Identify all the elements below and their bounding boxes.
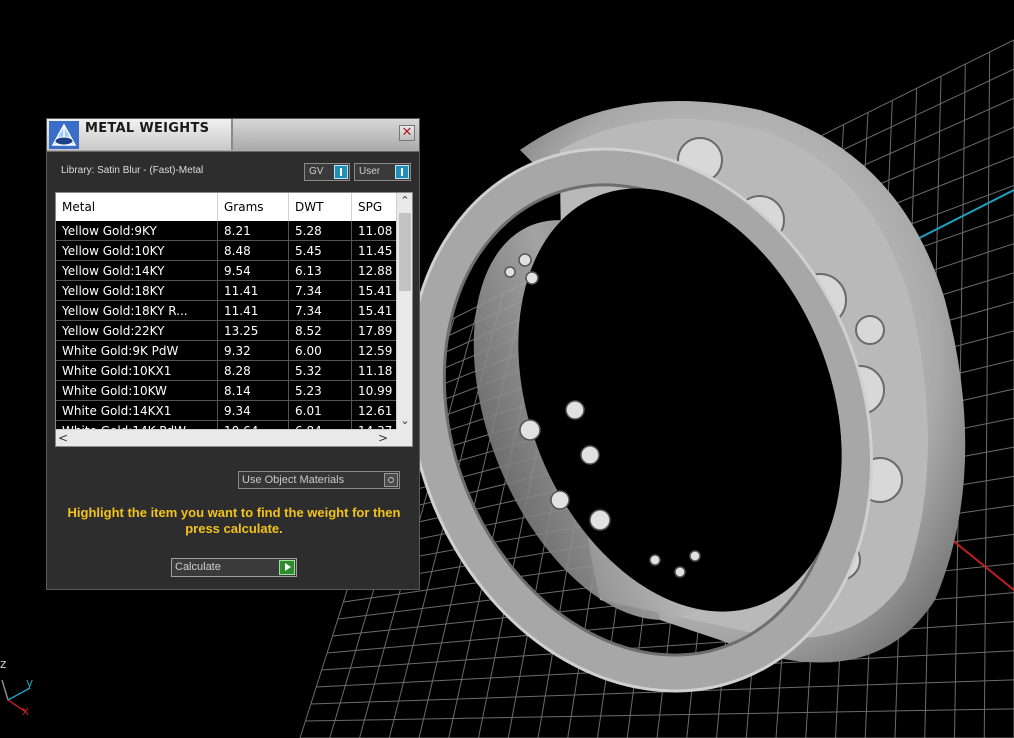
metal-cell: White Gold:14KX1: [56, 401, 218, 421]
column-header-grams[interactable]: Grams: [218, 193, 289, 221]
grams-cell: 11.41: [218, 301, 289, 321]
play-arrow-icon: [279, 560, 295, 575]
scroll-corner: [396, 429, 412, 446]
calculate-button[interactable]: Calculate: [171, 558, 297, 577]
panel-titlebar[interactable]: METAL WEIGHTS ✕: [47, 119, 419, 152]
spg-cell: 10.99: [352, 381, 396, 401]
dwt-cell: 6.00: [289, 341, 352, 361]
metal-cell: Yellow Gold:22KY: [56, 321, 218, 341]
metal-cell: Yellow Gold:18KY R...: [56, 301, 218, 321]
dwt-cell: 7.34: [289, 301, 352, 321]
axis-triad: [1, 679, 31, 713]
table-row[interactable]: Yellow Gold:18KY 11.41 7.34 15.41: [56, 281, 396, 301]
table-body: Yellow Gold:9KY 8.21 5.28 11.08 Yellow Gold…: [56, 221, 396, 441]
dwt-cell: 8.52: [289, 321, 352, 341]
metal-cell: White Gold:9K PdW: [56, 341, 218, 361]
spg-cell: 11.45: [352, 241, 396, 261]
dwt-cell: 5.23: [289, 381, 352, 401]
table-row[interactable]: Yellow Gold:14KY 9.54 6.13 12.88: [56, 261, 396, 281]
table-row[interactable]: Yellow Gold:18KY R... 11.41 7.34 15.41: [56, 301, 396, 321]
use-object-materials-toggle[interactable]: Use Object Materials: [238, 471, 400, 489]
gv-toggle-label: GV: [309, 166, 324, 177]
radio-icon: [384, 473, 398, 487]
user-toggle-label: User: [359, 166, 381, 177]
scroll-down-icon[interactable]: ⌄: [397, 413, 412, 429]
toggle-switch-icon: [334, 165, 348, 179]
metal-cell: Yellow Gold:10KY: [56, 241, 218, 261]
scroll-up-icon[interactable]: ⌃: [397, 193, 412, 209]
spg-cell: 15.41: [352, 281, 396, 301]
gv-toggle[interactable]: GV: [304, 163, 350, 181]
scroll-right-icon[interactable]: >: [378, 430, 392, 446]
spg-cell: 15.41: [352, 301, 396, 321]
table-row[interactable]: White Gold:10KX1 8.28 5.32 11.18: [56, 361, 396, 381]
table-row[interactable]: Yellow Gold:22KY 13.25 8.52 17.89: [56, 321, 396, 341]
panel-title: METAL WEIGHTS: [85, 121, 210, 136]
spg-cell: 11.08: [352, 221, 396, 241]
grams-cell: 9.34: [218, 401, 289, 421]
calculate-button-label: Calculate: [175, 561, 221, 573]
table-row[interactable]: White Gold:14KX1 9.34 6.01 12.61: [56, 401, 396, 421]
column-header-dwt[interactable]: DWT: [289, 193, 352, 221]
grams-cell: 9.54: [218, 261, 289, 281]
metal-table: Metal Grams DWT SPG Yellow Gold:9KY 8.21 5…: [55, 192, 413, 447]
x-axis-label: x: [22, 704, 30, 718]
dwt-cell: 7.34: [289, 281, 352, 301]
metal-cell: Yellow Gold:9KY: [56, 221, 218, 241]
grams-cell: 8.28: [218, 361, 289, 381]
spg-cell: 12.59: [352, 341, 396, 361]
close-icon[interactable]: ✕: [399, 125, 415, 141]
metal-cell: Yellow Gold:18KY: [56, 281, 218, 301]
vertical-scroll-thumb[interactable]: [399, 213, 411, 291]
ring-model: [406, 101, 966, 693]
dwt-cell: 5.45: [289, 241, 352, 261]
spg-cell: 12.88: [352, 261, 396, 281]
table-header: Metal Grams DWT SPG: [56, 193, 396, 222]
scroll-left-icon[interactable]: <: [58, 430, 72, 446]
metal-weights-panel: METAL WEIGHTS ✕ Library: Satin Blur - (F…: [46, 118, 420, 590]
spg-cell: 17.89: [352, 321, 396, 341]
table-row[interactable]: White Gold:9K PdW 9.32 6.00 12.59: [56, 341, 396, 361]
use-object-materials-label: Use Object Materials: [242, 474, 345, 486]
vertical-scrollbar[interactable]: ⌃ ⌄: [396, 193, 412, 429]
metal-cell: White Gold:10KW: [56, 381, 218, 401]
toggle-switch-icon: [395, 165, 409, 179]
instruction-text: Highlight the item you want to find the …: [67, 505, 401, 536]
grams-cell: 8.48: [218, 241, 289, 261]
grams-cell: 8.21: [218, 221, 289, 241]
metal-cell: Yellow Gold:14KY: [56, 261, 218, 281]
table-row[interactable]: Yellow Gold:10KY 8.48 5.45 11.45: [56, 241, 396, 261]
z-axis-label: z: [0, 657, 7, 671]
y-axis-label: y: [26, 676, 34, 690]
library-label: Library: Satin Blur - (Fast)-Metal: [61, 165, 204, 176]
table-row[interactable]: White Gold:10KW 8.14 5.23 10.99: [56, 381, 396, 401]
horizontal-scrollbar[interactable]: < >: [56, 429, 396, 446]
panel-title-tab: METAL WEIGHTS: [47, 119, 233, 150]
dwt-cell: 5.28: [289, 221, 352, 241]
dwt-cell: 5.32: [289, 361, 352, 381]
dwt-cell: 6.13: [289, 261, 352, 281]
grams-cell: 13.25: [218, 321, 289, 341]
table-row[interactable]: Yellow Gold:9KY 8.21 5.28 11.08: [56, 221, 396, 241]
user-toggle[interactable]: User: [354, 163, 411, 181]
grams-cell: 8.14: [218, 381, 289, 401]
metal-cell: White Gold:10KX1: [56, 361, 218, 381]
column-header-metal[interactable]: Metal: [56, 193, 218, 221]
spg-cell: 11.18: [352, 361, 396, 381]
spg-cell: 12.61: [352, 401, 396, 421]
dwt-cell: 6.01: [289, 401, 352, 421]
grams-cell: 11.41: [218, 281, 289, 301]
column-header-spg[interactable]: SPG: [352, 193, 396, 221]
metal-weights-app-icon: [49, 121, 79, 149]
grams-cell: 9.32: [218, 341, 289, 361]
